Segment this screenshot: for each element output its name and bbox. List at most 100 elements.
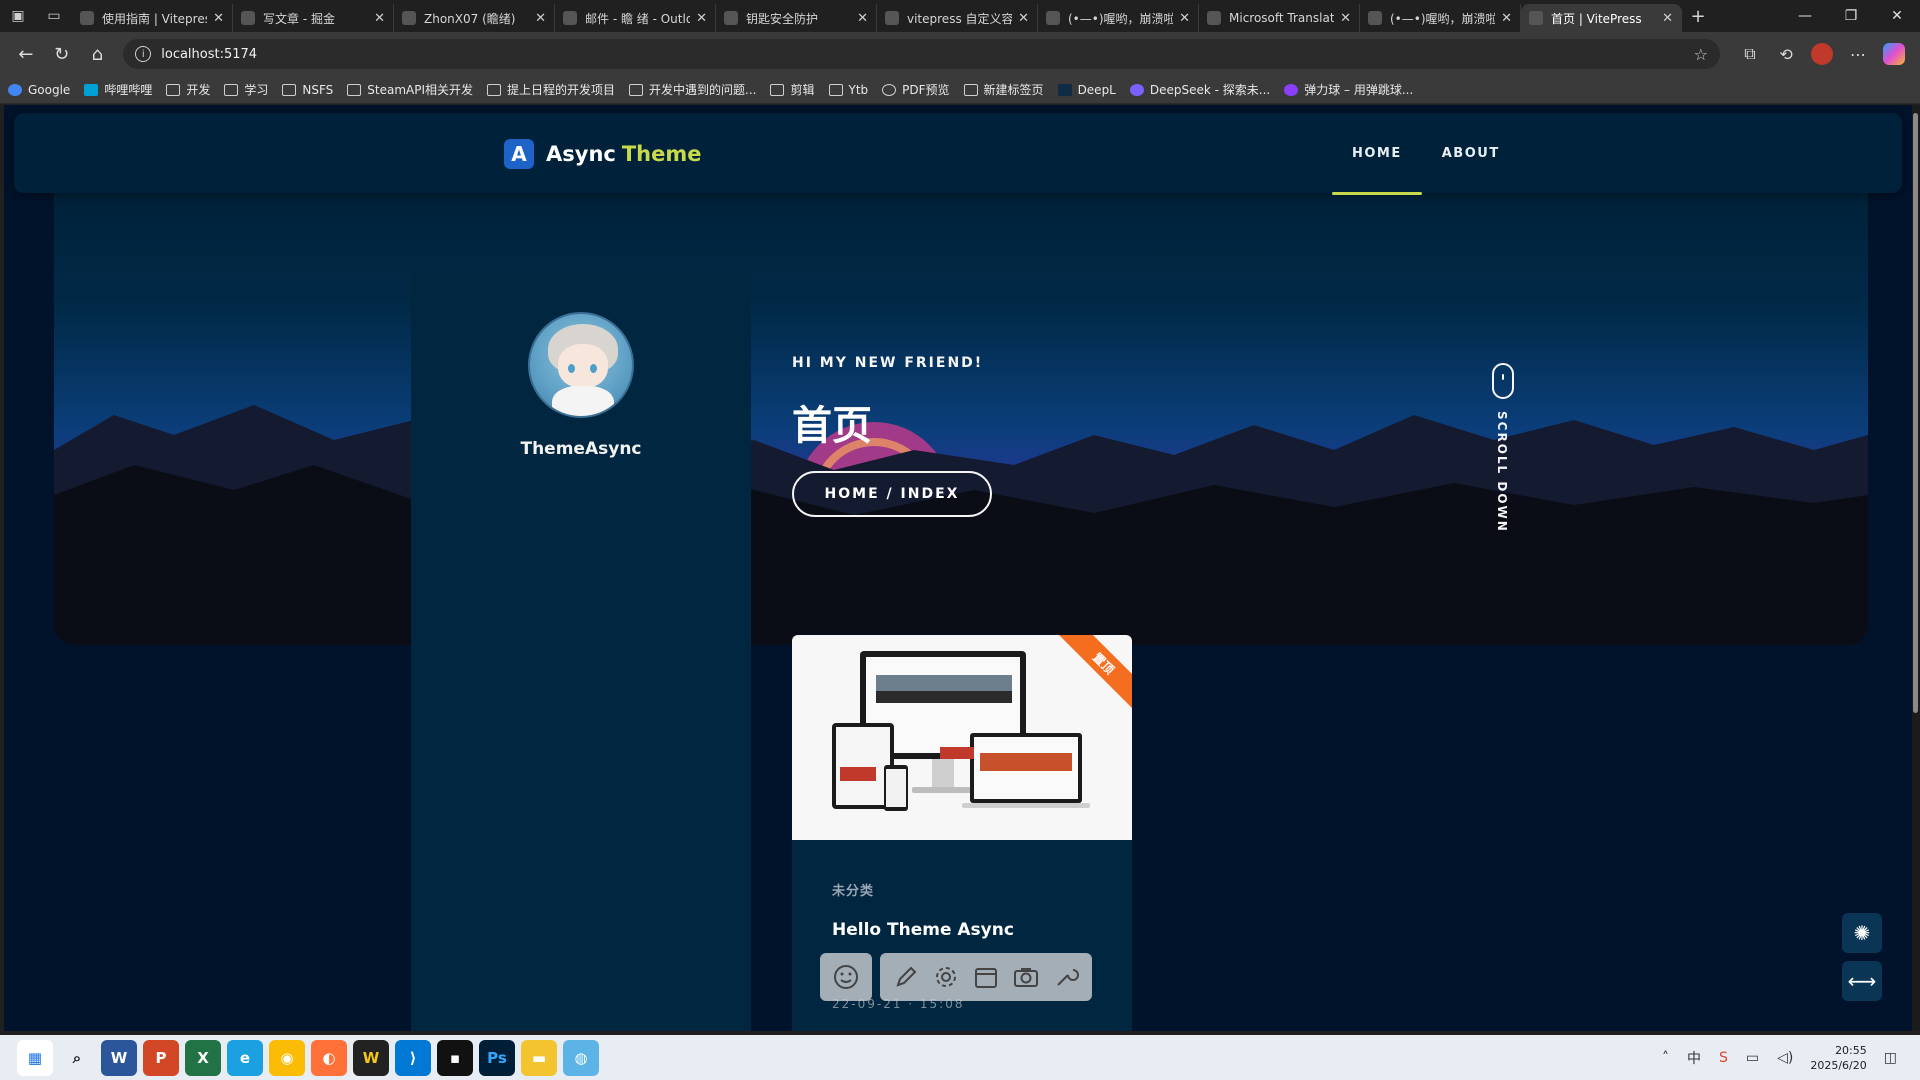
nav-item-home[interactable]: HOME <box>1332 113 1422 195</box>
smile-icon[interactable] <box>826 957 866 997</box>
bookmark-label: 新建标签页 <box>983 83 1044 97</box>
post-title[interactable]: Hello Theme Async <box>832 920 1014 940</box>
close-tab-icon[interactable]: ✕ <box>535 11 546 26</box>
logo-text-accent: Theme <box>621 142 702 166</box>
taskbar-clock[interactable]: 20:55 2025/6/20 <box>1810 1043 1866 1073</box>
home-icon[interactable]: ⌂ <box>80 38 116 70</box>
close-window-icon[interactable]: ✕ <box>1874 0 1920 32</box>
bookmark-item[interactable]: Google <box>8 83 70 97</box>
globe-app-icon[interactable]: ◍ <box>563 1039 599 1076</box>
browser-tab[interactable]: (•—•)喔哟，崩溃啦 ✕ <box>1360 4 1521 32</box>
browser-tab[interactable]: 邮件 - 瞻 绪 - Outlook ✕ <box>555 4 716 32</box>
history-icon[interactable]: ⟲ <box>1768 38 1804 70</box>
nav-item-about[interactable]: ABOUT <box>1422 113 1520 193</box>
edge-icon[interactable]: e <box>227 1039 263 1076</box>
reload-icon[interactable]: ↻ <box>44 38 80 70</box>
close-tab-icon[interactable]: ✕ <box>1179 11 1190 26</box>
close-tab-icon[interactable]: ✕ <box>213 11 224 26</box>
width-toggle-icon[interactable]: ⟷ <box>1842 961 1882 1001</box>
page-icon <box>963 83 978 96</box>
bookmark-item[interactable]: SteamAPI相关开发 <box>347 81 473 98</box>
gear-icon[interactable] <box>926 957 966 997</box>
breadcrumb[interactable]: HOME / INDEX <box>792 471 992 517</box>
file-explorer-icon[interactable]: ▬ <box>521 1039 557 1076</box>
network-icon[interactable]: ▭ <box>1746 1050 1759 1066</box>
tray-chevron-icon[interactable]: ˄ <box>1662 1050 1669 1066</box>
post-category[interactable]: 未分类 <box>832 880 874 899</box>
browser-tab[interactable]: ZhonX07 (瞻绪) ✕ <box>394 4 555 32</box>
close-tab-icon[interactable]: ✕ <box>374 11 385 26</box>
bookmark-item[interactable]: DeepSeek - 探索未... <box>1129 81 1271 98</box>
address-bar[interactable]: i localhost:5174 ☆ <box>123 39 1721 69</box>
tab-actions-icon[interactable]: ▭ <box>36 0 72 32</box>
antivirus-icon[interactable]: S <box>1719 1050 1728 1066</box>
favorite-star-icon[interactable]: ☆ <box>1694 45 1708 64</box>
calendar-icon[interactable] <box>966 957 1006 997</box>
close-tab-icon[interactable]: ✕ <box>1501 11 1512 26</box>
browser-tab-strip: ▣ ▭ 使用指南 | Vitepress ✕ 写文章 - 掘金 ✕ ZhonX07 (瞻… <box>0 0 1920 32</box>
site-logo[interactable]: A Async Theme <box>504 139 702 169</box>
volume-icon[interactable]: ◁) <box>1777 1050 1793 1066</box>
firefox-icon[interactable]: ◐ <box>311 1039 347 1076</box>
bookmark-item[interactable]: NSFS <box>282 83 333 97</box>
back-icon[interactable]: ← <box>8 38 44 70</box>
bookmark-item[interactable]: 哔哩哔哩 <box>84 81 152 98</box>
close-tab-icon[interactable]: ✕ <box>1662 11 1673 26</box>
vscode-icon[interactable]: ⟩ <box>395 1039 431 1076</box>
wps-icon[interactable]: W <box>353 1039 389 1076</box>
browser-tab[interactable]: vitepress 自定义容器 ✕ <box>877 4 1038 32</box>
settings-icon[interactable]: ✺ <box>1842 913 1882 953</box>
pencil-icon[interactable] <box>886 957 926 997</box>
photoshop-icon[interactable]: Ps <box>479 1039 515 1076</box>
minimize-icon[interactable]: — <box>1782 0 1828 32</box>
avatar[interactable] <box>528 312 634 418</box>
bookmark-item[interactable]: PDF预览 <box>882 81 950 98</box>
wrench-icon[interactable] <box>1046 957 1086 997</box>
close-tab-icon[interactable]: ✕ <box>696 11 707 26</box>
scroll-down-indicator[interactable]: SCROLL DOWN <box>1492 363 1514 533</box>
bookmark-label: DeepSeek - 探索未... <box>1149 83 1271 97</box>
bookmark-item[interactable]: 开发中遇到的问题... <box>629 81 756 98</box>
extensions-icon[interactable]: ⧉ <box>1732 38 1768 70</box>
browser-tab[interactable]: 写文章 - 掘金 ✕ <box>233 4 394 32</box>
browser-tab[interactable]: 使用指南 | Vitepress ✕ <box>72 4 233 32</box>
site-info-icon[interactable]: i <box>135 46 152 62</box>
more-menu-icon[interactable]: ⋯ <box>1840 38 1876 70</box>
browser-tab[interactable]: Microsoft Translator ✕ <box>1199 4 1360 32</box>
logo-text-primary: Async <box>546 142 616 166</box>
bookmark-item[interactable]: 弹力球 – 用弹跳球... <box>1284 81 1413 98</box>
close-tab-icon[interactable]: ✕ <box>1018 11 1029 26</box>
powerpoint-icon[interactable]: P <box>143 1039 179 1076</box>
restore-icon[interactable]: ❐ <box>1828 0 1874 32</box>
search-icon[interactable]: ⌕ <box>59 1040 95 1076</box>
word-icon[interactable]: W <box>101 1039 137 1076</box>
chrome-icon[interactable]: ◉ <box>269 1039 305 1076</box>
browser-tab[interactable]: 首页 | VitePress ✕ <box>1521 4 1682 32</box>
page-scrollbar[interactable] <box>1912 105 1920 1031</box>
bookmark-item[interactable]: 提上日程的开发项目 <box>487 81 615 98</box>
copilot-icon[interactable] <box>1883 43 1906 65</box>
browser-tab[interactable]: 钥匙安全防护 ✕ <box>716 4 877 32</box>
post-thumbnail[interactable]: 置顶 <box>792 635 1132 840</box>
new-tab-button[interactable]: + <box>1682 2 1714 30</box>
bookmark-item[interactable]: 学习 <box>224 81 268 98</box>
bookmark-item[interactable]: Ytb <box>828 83 868 97</box>
notifications-icon[interactable]: ◫ <box>1884 1050 1897 1066</box>
browser-tab[interactable]: (•—•)喔哟，崩溃啦 ✕ <box>1038 4 1199 32</box>
jetbrains-icon[interactable]: ▪ <box>437 1039 473 1076</box>
close-tab-icon[interactable]: ✕ <box>1340 11 1351 26</box>
tab-favicon-icon <box>1529 11 1543 25</box>
bookmark-item[interactable]: DeepL <box>1057 83 1116 97</box>
camera-icon[interactable] <box>1006 957 1046 997</box>
input-method-icon[interactable]: 中 <box>1687 1048 1701 1068</box>
tab-favicon-icon <box>724 11 738 25</box>
url-text[interactable]: localhost:5174 <box>161 47 1693 62</box>
start-icon[interactable]: ▦ <box>17 1039 53 1076</box>
bookmark-item[interactable]: 新建标签页 <box>963 81 1044 98</box>
bookmark-item[interactable]: 剪辑 <box>770 81 815 98</box>
bookmark-item[interactable]: 开发 <box>166 81 210 98</box>
excel-icon[interactable]: X <box>185 1039 221 1076</box>
workspaces-icon[interactable]: ▣ <box>0 0 36 32</box>
profile-avatar[interactable] <box>1811 43 1834 65</box>
close-tab-icon[interactable]: ✕ <box>857 11 868 26</box>
